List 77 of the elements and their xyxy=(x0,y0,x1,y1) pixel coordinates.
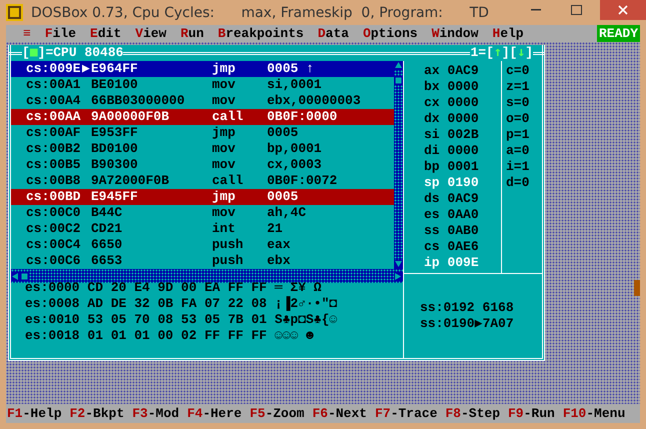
window-title: =CPU 80486 xyxy=(45,45,124,61)
menu-item[interactable]: Run xyxy=(173,25,211,42)
close-icon xyxy=(618,5,628,15)
menu-item[interactable]: Window xyxy=(424,25,486,42)
stack-row-text: ss:0192 6168 xyxy=(420,300,515,316)
menu-item[interactable]: Edit xyxy=(83,25,128,42)
flag-value: s=0 xyxy=(506,95,530,111)
window-title: DOSBox 0.73, Cpu Cycles: max, Frameskip 0, Program: TD xyxy=(31,4,490,20)
flag-value: d=0 xyxy=(506,175,530,191)
scroll-up-icon[interactable] xyxy=(394,61,403,70)
disassembly-row[interactable]: cs:00AF E953FF jmp 0005 xyxy=(11,125,394,141)
status-indicator: READY xyxy=(596,25,640,42)
register-value: es 0AA0 xyxy=(424,207,480,223)
close-button[interactable] xyxy=(600,0,646,20)
function-key[interactable]: F2-Bkpt xyxy=(70,406,124,421)
flag-value: a=0 xyxy=(506,143,530,159)
app-icon xyxy=(6,4,23,21)
flag-value: c=0 xyxy=(506,63,530,79)
menu-item[interactable]: File xyxy=(38,25,84,42)
disassembly-row[interactable]: cs:00B8 9A72000F0B call 0B0F:0072 xyxy=(11,173,394,189)
function-key[interactable]: F5-Zoom xyxy=(250,406,304,421)
register-value: dx 0000 xyxy=(424,111,480,127)
memory-dump-row-text: es:0000 CD 20 E4 9D 00 EA FF FF ═ Σ¥ Ω xyxy=(25,280,322,296)
function-key[interactable]: F1-Help xyxy=(7,406,62,421)
memory-dump-row-text: es:0010 53 05 70 08 53 05 7B 01 S♣p◘S♣{☺ xyxy=(25,312,338,328)
register-value: ss 0AB0 xyxy=(424,223,480,239)
memory-dump-row-text: es:0018 01 01 01 00 02 FF FF FF ☺☺☺ ☻ xyxy=(25,328,315,344)
disassembly-row[interactable]: cs:00A1 BE0100 mov si,0001 xyxy=(11,77,394,93)
scroll-right-icon[interactable] xyxy=(394,272,403,280)
flag-value: z=1 xyxy=(506,79,530,95)
disassembly-row[interactable]: cs:00C4 6650 push eax xyxy=(11,237,394,253)
menu-item[interactable]: Data xyxy=(310,25,356,42)
vertical-scrollbar[interactable] xyxy=(394,61,403,269)
disassembly-row[interactable]: cs:00C2 CD21 int 21 xyxy=(11,221,394,237)
flag-value: o=0 xyxy=(506,111,530,127)
function-key[interactable]: F9-Run xyxy=(508,406,555,421)
minimize-icon[interactable] xyxy=(531,9,541,11)
scroll-marker xyxy=(634,280,640,296)
scroll-thumb-icon[interactable] xyxy=(394,76,403,85)
register-value: sp 0190 xyxy=(424,175,480,191)
register-value: bx 0000 xyxy=(424,79,480,95)
disassembly-row[interactable]: cs:00C0 B44C mov ah,4C xyxy=(11,205,394,221)
flag-value: p=1 xyxy=(506,127,530,143)
scroll-down-icon[interactable] xyxy=(394,260,403,269)
function-key[interactable]: F6-Next xyxy=(312,406,367,421)
function-key[interactable]: F7-Trace xyxy=(374,406,438,421)
scroll-left-icon[interactable] xyxy=(11,272,20,280)
function-key[interactable]: F3-Mod xyxy=(132,406,180,421)
register-value: cx 0000 xyxy=(424,95,480,111)
menu-item[interactable]: Options xyxy=(356,25,425,42)
maximize-icon[interactable] xyxy=(570,5,582,15)
function-key[interactable]: F4-Here xyxy=(187,406,242,421)
disassembly-row[interactable]: cs:00BD E945FF jmp 0005 xyxy=(11,189,394,205)
register-value: bp 0001 xyxy=(424,159,480,175)
flag-value: i=1 xyxy=(506,159,530,175)
register-value: ds 0AC9 xyxy=(424,191,480,207)
function-key[interactable]: F8-Step xyxy=(445,406,500,421)
window-number: 1= xyxy=(470,45,486,61)
horizontal-scrollbar[interactable] xyxy=(11,269,403,283)
disassembly-row[interactable]: cs:00A4 66BB03000000 mov ebx,00000003 xyxy=(11,93,394,109)
memory-dump-row-text: es:0008 AD DE 32 0B FA 07 22 08 ¡▐2♂·•"◘ xyxy=(25,296,338,312)
scroll-thumb-icon[interactable] xyxy=(20,272,29,280)
menu-item[interactable]: Help xyxy=(485,25,531,42)
register-value: ax 0AC9 xyxy=(424,63,480,79)
function-key[interactable]: F10-Menu xyxy=(562,406,626,421)
disassembly-row[interactable]: cs:00C6 6653 push ebx xyxy=(11,253,394,269)
disassembly-row[interactable]: cs:009E▶E964FF jmp 0005 ↑ xyxy=(11,61,394,77)
disassembly-row[interactable]: cs:00AA 9A00000F0B call 0B0F:0000 xyxy=(11,109,394,125)
register-value: si 002B xyxy=(424,127,480,143)
disassembly-row[interactable]: cs:00B2 BD0100 mov bp,0001 xyxy=(11,141,394,157)
menu-item[interactable]: Breakpoints xyxy=(210,25,311,42)
register-value: ip 009E xyxy=(424,255,480,271)
register-value: cs 0AE6 xyxy=(424,239,480,255)
stack-row-text: ss:0190▶7A07 xyxy=(420,316,515,332)
register-value: di 0000 xyxy=(424,143,480,159)
disassembly-row[interactable]: cs:00B5 B90300 mov cx,0003 xyxy=(11,157,394,173)
menu-item[interactable]: View xyxy=(128,25,174,42)
